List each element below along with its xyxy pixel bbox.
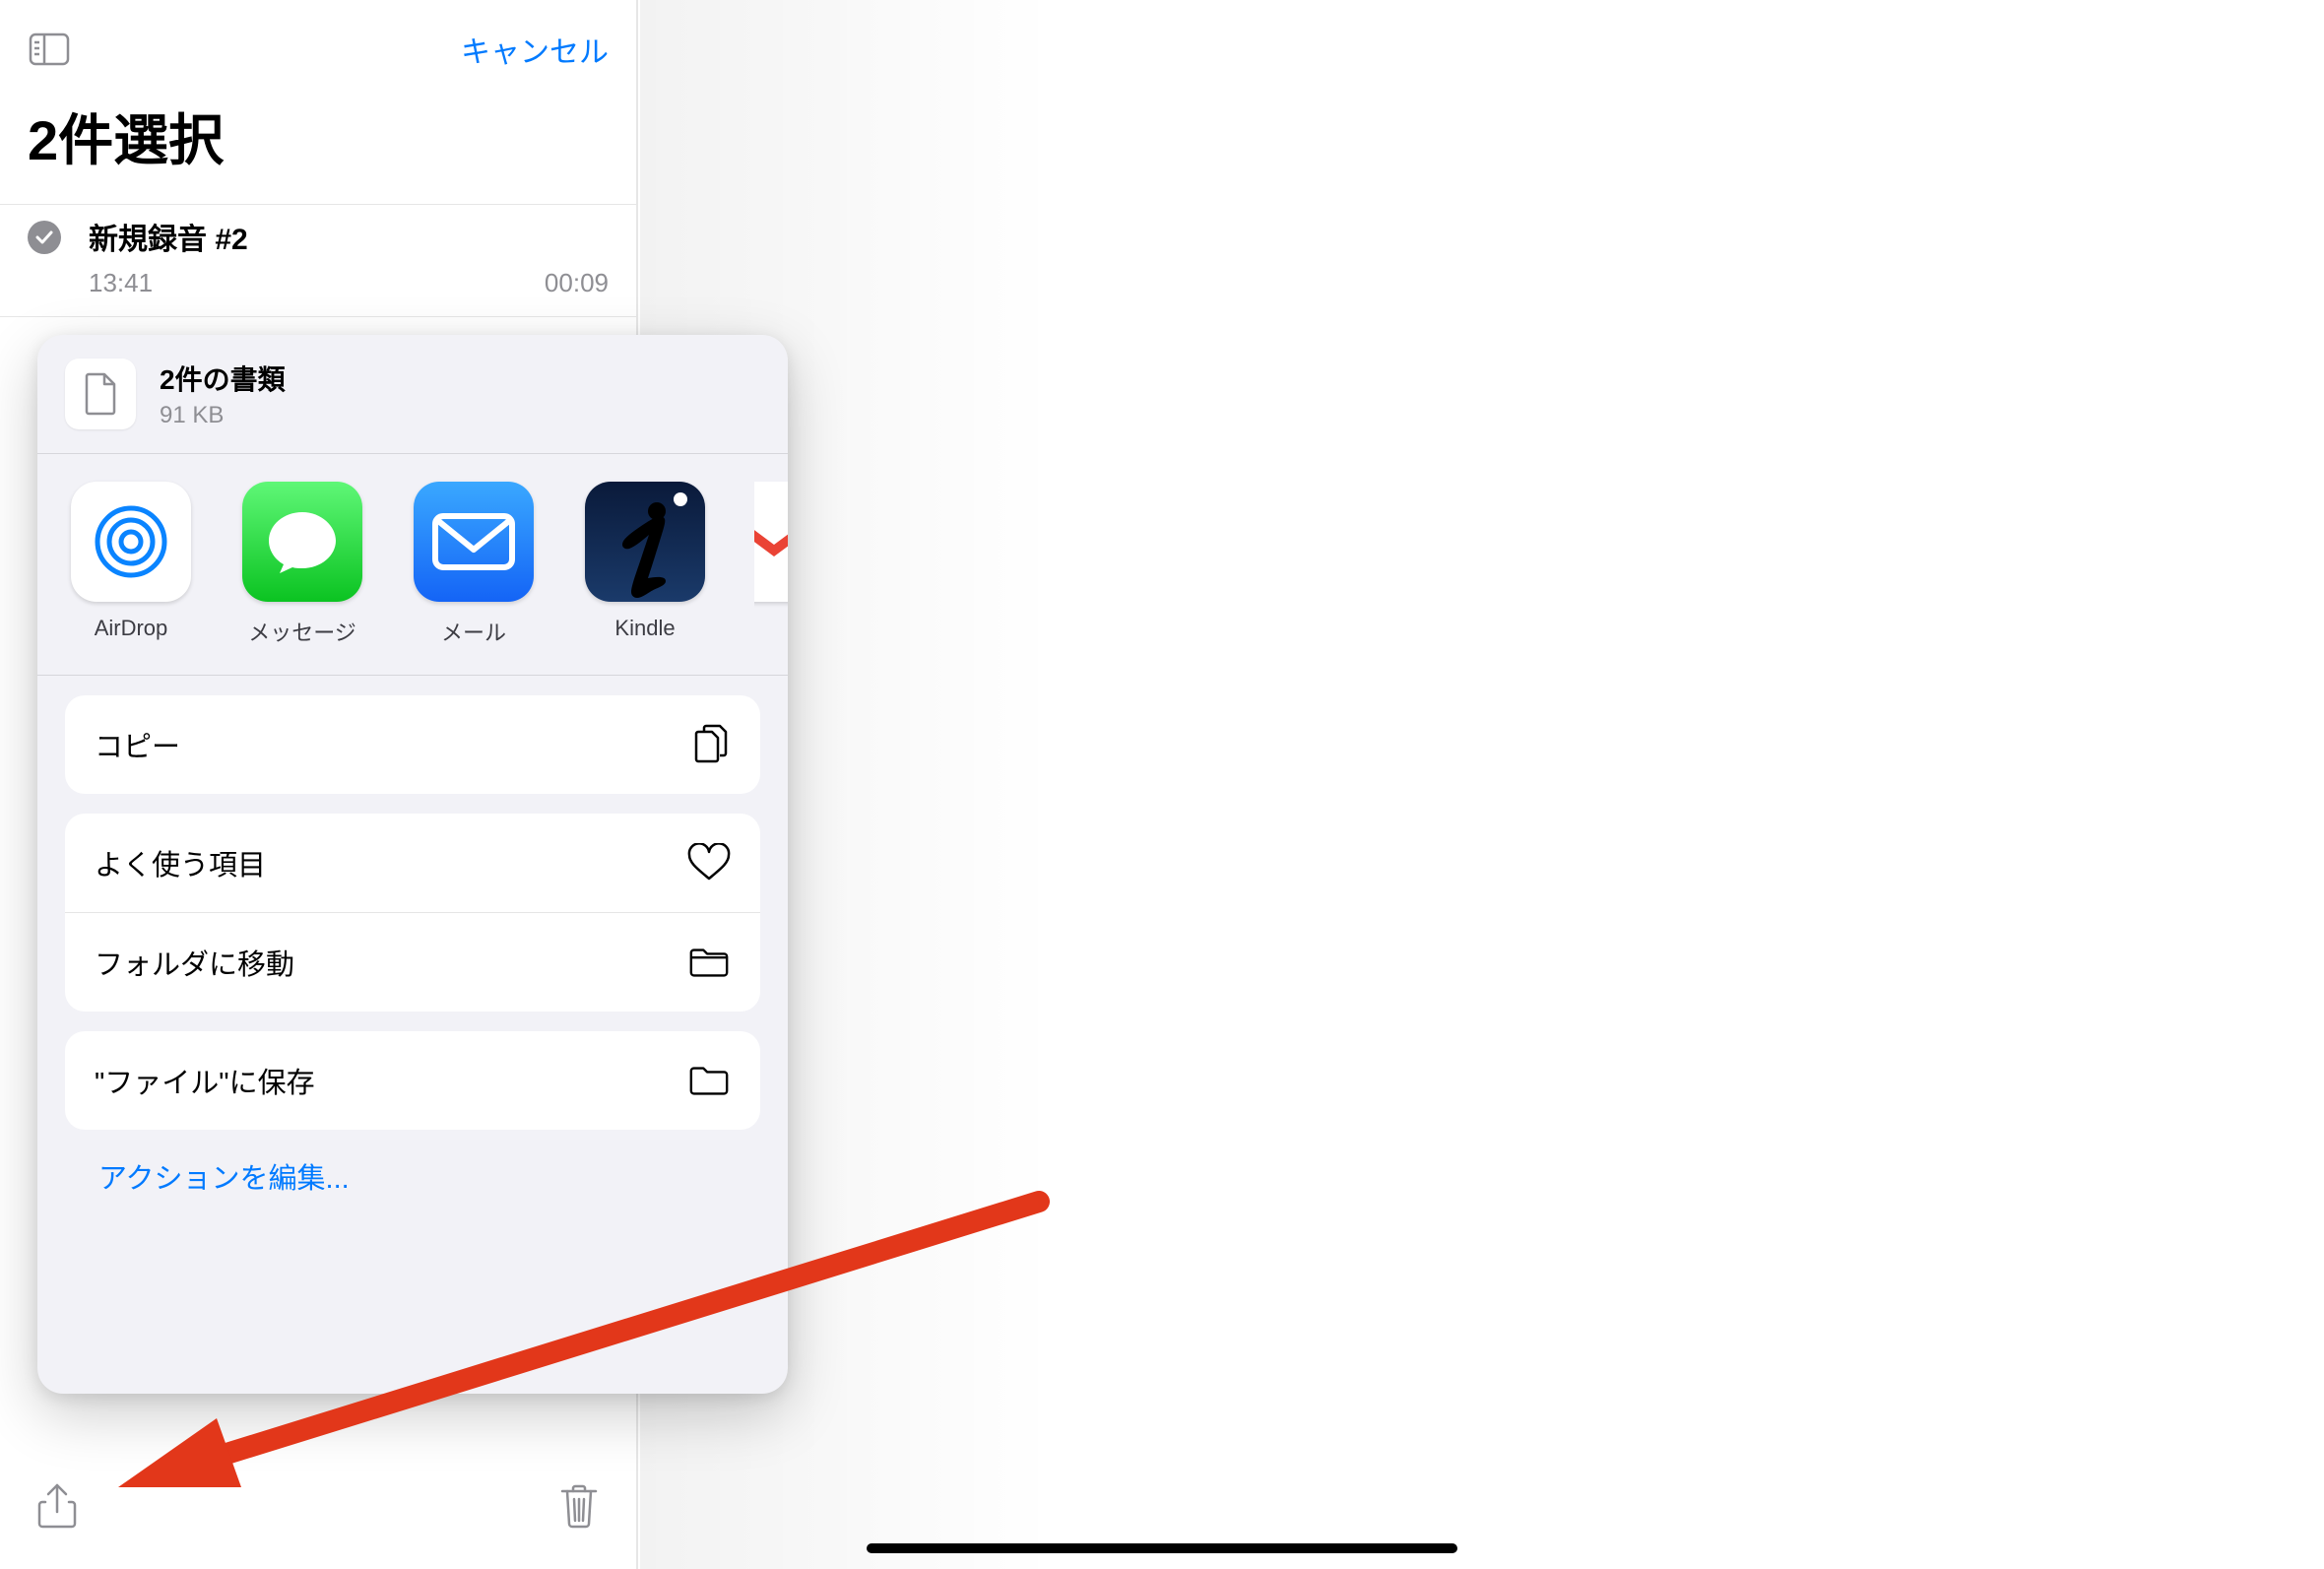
share-target-airdrop[interactable]: AirDrop	[69, 482, 193, 647]
recording-duration: 00:09	[545, 268, 609, 298]
recording-row[interactable]: 新規録音 #2 13:41 00:09	[0, 204, 636, 317]
trash-button[interactable]	[555, 1482, 603, 1530]
share-doc-size: 91 KB	[160, 402, 286, 429]
recording-body: 新規録音 #2 13:41 00:09	[89, 215, 609, 298]
actions-group-2: よく使う項目 フォルダに移動	[65, 814, 760, 1012]
share-doc-title: 2件の書類	[160, 359, 286, 398]
share-target-label: Kindle	[614, 616, 675, 641]
share-target-label: メッセージ	[248, 616, 356, 647]
separator	[37, 675, 788, 676]
action-label: よく使う項目	[95, 842, 266, 883]
sidebar-toggle-icon[interactable]	[28, 28, 71, 71]
actions-group-3: "ファイル"に保存	[65, 1031, 760, 1130]
sidebar-top-row: キャンセル	[0, 0, 636, 79]
selection-title: 2件選択	[0, 79, 636, 204]
share-target-label: AirDrop	[95, 616, 168, 641]
actions-group-1: コピー	[65, 695, 760, 794]
action-label: フォルダに移動	[95, 942, 294, 983]
share-sheet-header: 2件の書類 91 KB	[37, 335, 788, 453]
action-copy[interactable]: コピー	[65, 695, 760, 794]
edit-actions-link[interactable]: アクションを編集...	[37, 1130, 788, 1197]
home-indicator	[867, 1543, 1457, 1553]
action-move-folder[interactable]: フォルダに移動	[65, 912, 760, 1012]
copy-icon	[687, 723, 731, 766]
action-label: "ファイル"に保存	[95, 1060, 315, 1101]
share-target-messages[interactable]: メッセージ	[240, 482, 364, 647]
main-content	[640, 0, 2324, 1569]
share-sheet: 2件の書類 91 KB AirDrop メッセージ	[37, 335, 788, 1394]
action-save-files[interactable]: "ファイル"に保存	[65, 1031, 760, 1130]
recording-time: 13:41	[89, 268, 153, 298]
share-target-mail[interactable]: メール	[412, 482, 536, 647]
sidebar-toolbar	[0, 1463, 636, 1569]
cancel-button[interactable]: キャンセル	[461, 28, 609, 71]
recording-title: 新規録音 #2	[89, 215, 609, 258]
document-icon	[65, 359, 136, 429]
selected-check-icon	[28, 221, 61, 254]
share-targets-row[interactable]: AirDrop メッセージ メール	[37, 454, 788, 675]
action-label: コピー	[95, 724, 180, 765]
share-target-kindle[interactable]: Kindle	[583, 482, 707, 647]
share-button[interactable]	[33, 1482, 81, 1530]
heart-icon	[687, 841, 731, 884]
share-target-gmail[interactable]	[754, 482, 788, 647]
action-favorite[interactable]: よく使う項目	[65, 814, 760, 912]
share-target-label: メール	[441, 616, 506, 647]
folder-icon	[687, 941, 731, 984]
folder-open-icon	[687, 1059, 731, 1102]
